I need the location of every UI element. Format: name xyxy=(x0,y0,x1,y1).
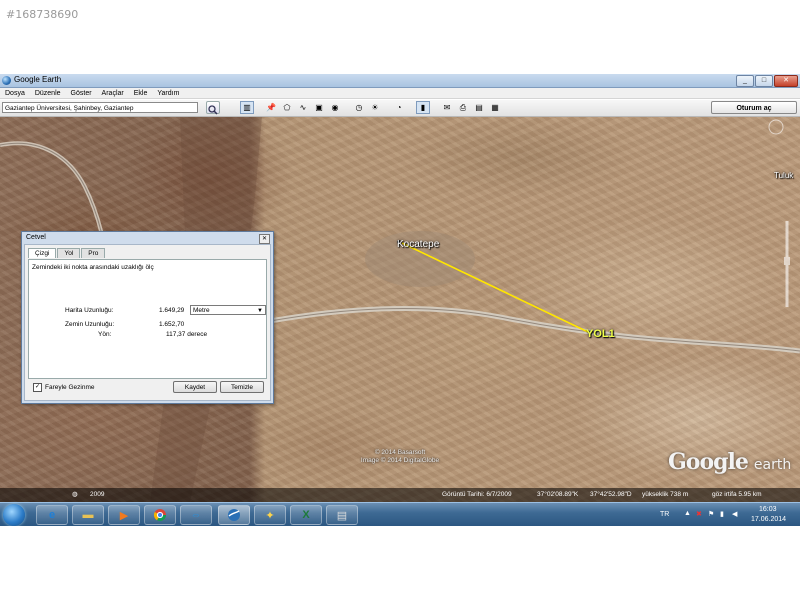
maximize-button[interactable]: □ xyxy=(755,75,773,87)
search-icon xyxy=(208,105,218,115)
clear-button[interactable]: Temizle xyxy=(220,381,264,393)
sidebar-toggle-icon[interactable]: ▥ xyxy=(240,101,254,114)
minimize-button[interactable]: _ xyxy=(736,75,754,87)
map-length-label: Harita Uzunluğu: xyxy=(65,307,114,314)
save-button[interactable]: Kaydet xyxy=(173,381,217,393)
longitude: 37°42'52.98"D xyxy=(590,491,632,498)
globe-status-icon: ◍ xyxy=(72,491,78,498)
menu-file[interactable]: Dosya xyxy=(5,88,25,98)
menu-tools[interactable]: Araçlar xyxy=(102,88,124,98)
ground-length-value: 1.652,70 xyxy=(159,321,185,328)
latitude: 37°02'08.89"K xyxy=(537,491,579,498)
ground-length-label: Zemin Uzunluğu: xyxy=(65,321,115,328)
signin-button[interactable]: Oturum aç xyxy=(711,101,797,114)
unit-select[interactable]: Metre ▼ xyxy=(190,305,266,315)
mouse-navigation-checkbox-row[interactable]: ✓ Fareyle Gezinme xyxy=(33,383,95,392)
view-in-maps-icon[interactable]: ▤ xyxy=(472,101,486,114)
internet-explorer-icon[interactable]: e xyxy=(36,505,68,525)
file-explorer-icon[interactable]: ▬ xyxy=(72,505,104,525)
ruler-icon[interactable]: ▮ xyxy=(416,101,430,114)
mouse-navigation-label: Fareyle Gezinme xyxy=(45,384,95,391)
village-label[interactable]: Kocatepe xyxy=(397,239,439,250)
system-tray: TR ▲ ✖ ⚑ ▮ ◀ 16:03 17.06.2014 xyxy=(650,503,800,526)
logo-earth: earth xyxy=(753,457,792,473)
road-label[interactable]: YOL1 xyxy=(586,328,615,340)
close-button[interactable]: ✕ xyxy=(774,75,798,87)
media-player-icon[interactable]: ▶ xyxy=(108,505,140,525)
tab-pro[interactable]: Pro xyxy=(81,248,106,258)
status-year: 2009 xyxy=(90,491,105,498)
copyright-basarsoft: © 2014 Basarsoft xyxy=(374,449,426,456)
menu-add[interactable]: Ekle xyxy=(134,88,148,98)
ruler-line xyxy=(401,242,589,333)
save-image-icon[interactable]: ▦ xyxy=(488,101,502,114)
path-icon[interactable]: ∿ xyxy=(296,101,310,114)
ruler-tab-panel: Zemindeki iki nokta arasındaki uzaklığı … xyxy=(28,259,267,379)
window-titlebar: Google Earth _ □ ✕ xyxy=(0,74,800,88)
print-icon[interactable]: ⎙ xyxy=(456,101,470,114)
heading-value: 117,37 derece xyxy=(166,331,208,338)
menu-edit[interactable]: Düzenle xyxy=(35,88,61,98)
excel-icon[interactable]: X xyxy=(290,505,322,525)
navigation-controls[interactable] xyxy=(768,119,790,307)
menu-help[interactable]: Yardım xyxy=(157,88,179,98)
main-road xyxy=(269,306,800,354)
mouse-navigation-checkbox[interactable]: ✓ xyxy=(33,383,42,392)
tray-show-hidden-icon[interactable]: ▲ xyxy=(684,510,691,517)
record-tour-icon[interactable]: ◉ xyxy=(328,101,342,114)
start-button[interactable] xyxy=(3,504,25,526)
chevron-down-icon: ▼ xyxy=(257,308,263,314)
windows-taskbar: e ▬ ▶ ⇔ ✦ X ▤ TR ▲ ✖ ⚑ ▮ ◀ 16:03 17.06.2… xyxy=(0,502,800,526)
map-view[interactable]: Kocatepe YOL1 Tuluk © 2014 Basarsoft Ima… xyxy=(0,117,800,502)
desktop-screen: Google Earth _ □ ✕ Dosya Düzenle Göster … xyxy=(0,74,800,526)
teamviewer-icon[interactable]: ⇔ xyxy=(180,505,212,525)
imagery-date: Görüntü Tarihi: 6/7/2009 xyxy=(442,491,512,498)
tab-line[interactable]: Çizgi xyxy=(28,248,57,258)
search-button[interactable] xyxy=(206,101,220,115)
clock-time[interactable]: 16:03 xyxy=(759,506,777,513)
clock-date[interactable]: 17.06.2014 xyxy=(751,516,786,523)
google-earth-logo: Google earth xyxy=(668,449,791,475)
eye-altitude: göz irtifa 5.95 km xyxy=(712,491,762,498)
tray-volume-icon[interactable]: ◀ xyxy=(732,510,737,518)
map-length-value: 1.649,29 xyxy=(159,307,185,314)
image-id-label: #168738690 xyxy=(6,8,79,21)
tray-network-icon[interactable]: ▮ xyxy=(720,510,724,518)
map-copyright: © 2014 Basarsoft Image © 2014 DigitalGlo… xyxy=(350,449,450,465)
map-status-bar: ◍ 2009 Görüntü Tarihi: 6/7/2009 37°02'08… xyxy=(0,488,800,502)
ruler-dialog-title: Cetvel xyxy=(26,234,46,241)
menu-view[interactable]: Göster xyxy=(71,88,92,98)
elevation: yükseklik 738 m xyxy=(642,491,689,498)
language-indicator[interactable]: TR xyxy=(660,511,669,518)
window-title: Google Earth xyxy=(14,75,62,84)
historical-imagery-icon[interactable]: ◷ xyxy=(352,101,366,114)
ruler-instruction: Zemindeki iki nokta arasındaki uzaklığı … xyxy=(32,264,154,271)
google-earth-icon xyxy=(2,76,11,85)
ruler-dialog: Cetvel ✕ Çizgi Yol Pro Zemindeki iki nok… xyxy=(21,231,274,404)
tray-flag-icon[interactable]: ⚑ xyxy=(708,510,714,518)
tab-path[interactable]: Yol xyxy=(57,248,81,258)
email-icon[interactable]: ✉ xyxy=(440,101,454,114)
google-earth-taskbar-icon[interactable] xyxy=(218,505,250,525)
toolbar: Gaziantep Üniversitesi, Şahinbey, Gazian… xyxy=(0,100,800,117)
unit-select-value: Metre xyxy=(193,307,210,314)
placemark-icon[interactable]: 📌 xyxy=(264,101,278,114)
sunlight-icon[interactable]: ☀ xyxy=(368,101,382,114)
polygon-icon[interactable]: ⬠ xyxy=(280,101,294,114)
menu-bar: Dosya Düzenle Göster Araçlar Ekle Yardım xyxy=(0,88,800,99)
sticky-app-icon[interactable]: ✦ xyxy=(254,505,286,525)
tray-alert-icon[interactable]: ✖ xyxy=(696,510,702,518)
heading-label: Yön: xyxy=(98,331,112,338)
edge-place-label[interactable]: Tuluk xyxy=(774,171,793,180)
search-input[interactable]: Gaziantep Üniversitesi, Şahinbey, Gazian… xyxy=(2,102,198,113)
chrome-icon[interactable] xyxy=(144,505,176,525)
copyright-digitalglobe: Image © 2014 DigitalGlobe xyxy=(360,457,440,464)
planet-icon[interactable]: ◔ xyxy=(392,101,406,114)
image-overlay-icon[interactable]: ▣ xyxy=(312,101,326,114)
dialog-close-button[interactable]: ✕ xyxy=(259,234,270,244)
document-icon[interactable]: ▤ xyxy=(326,505,358,525)
logo-google: Google xyxy=(668,449,749,475)
